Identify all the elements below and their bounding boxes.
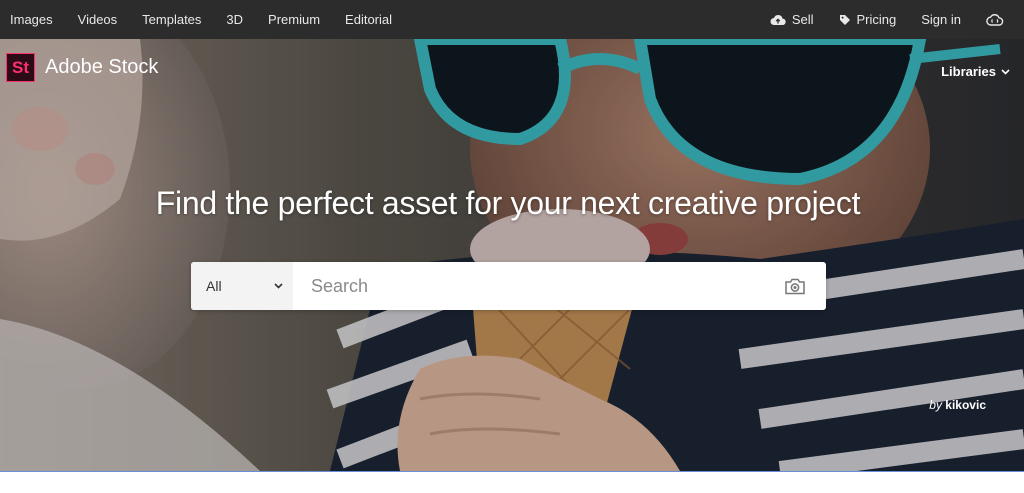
visual-search-button[interactable] [764, 262, 826, 310]
photo-credit[interactable]: by kikovic [929, 398, 986, 412]
nav-premium[interactable]: Premium [268, 12, 320, 27]
search-bar: All [191, 262, 826, 310]
hero-headline: Find the perfect asset for your next cre… [155, 185, 861, 221]
category-value: All [206, 278, 222, 294]
search-input[interactable] [293, 262, 764, 310]
chevron-down-icon [274, 283, 283, 289]
camera-icon [785, 278, 805, 294]
tag-icon [839, 14, 850, 25]
category-select[interactable]: All [191, 262, 293, 310]
nav-images[interactable]: Images [10, 12, 53, 27]
libraries-menu[interactable]: Libraries [941, 64, 1010, 79]
nav-videos[interactable]: Videos [78, 12, 118, 27]
nav-3d[interactable]: 3D [226, 12, 243, 27]
sign-in-link[interactable]: Sign in [921, 12, 961, 27]
adobe-stock-logo: St [6, 53, 35, 82]
chevron-down-icon [1001, 68, 1010, 75]
credit-by: by [929, 398, 942, 412]
hero-bottom-divider [0, 471, 1024, 472]
creative-cloud-button[interactable] [986, 13, 1010, 27]
nav-templates[interactable]: Templates [142, 12, 201, 27]
nav-right: Sell Pricing Sign in [745, 0, 1010, 39]
credit-author: kikovic [945, 398, 986, 412]
nav-left: Images Videos Templates 3D Premium Edito… [10, 0, 417, 39]
pricing-label: Pricing [856, 12, 897, 27]
sign-in-label: Sign in [921, 12, 961, 27]
top-nav: Images Videos Templates 3D Premium Edito… [0, 0, 1024, 39]
brand-name: Adobe Stock [45, 56, 159, 78]
pricing-link[interactable]: Pricing [839, 12, 897, 27]
cloud-upload-icon [770, 14, 786, 25]
nav-editorial[interactable]: Editorial [345, 12, 392, 27]
sell-label: Sell [791, 12, 814, 27]
hero-shade [0, 39, 1024, 471]
hero-banner: St Adobe Stock Libraries Find the perfec… [0, 39, 1024, 471]
adobe-stock-brand[interactable]: St Adobe Stock [6, 53, 158, 82]
creative-cloud-icon [986, 13, 1004, 26]
libraries-label: Libraries [941, 64, 996, 79]
sell-link[interactable]: Sell [770, 12, 814, 27]
